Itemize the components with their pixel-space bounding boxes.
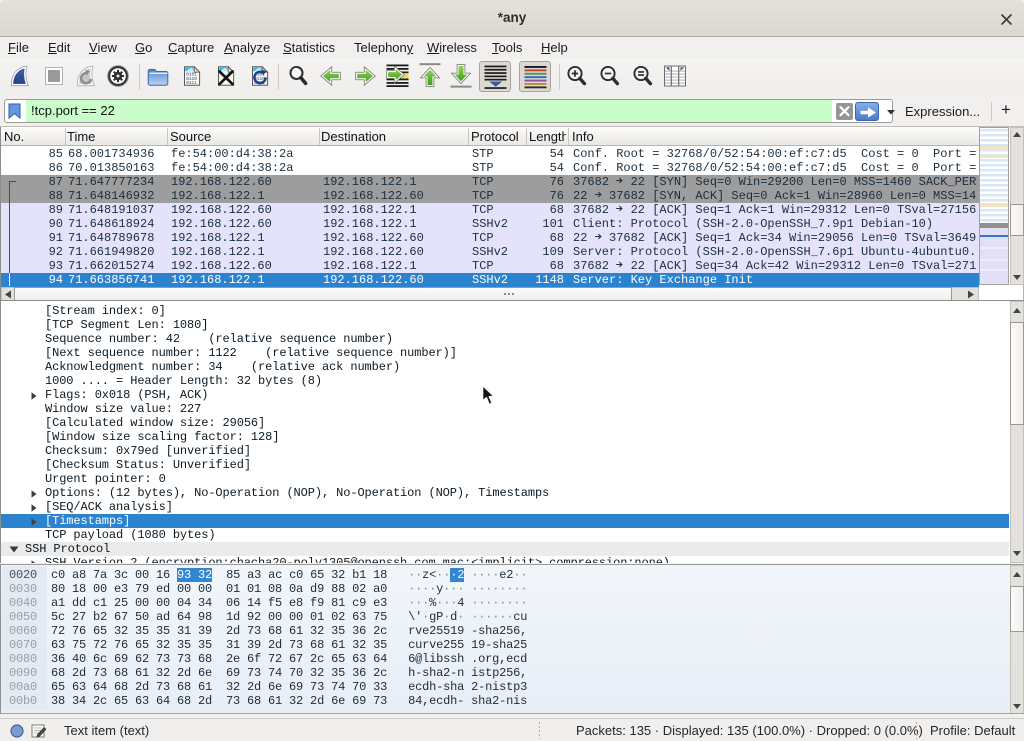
svg-text:0111: 0111 (186, 81, 197, 86)
